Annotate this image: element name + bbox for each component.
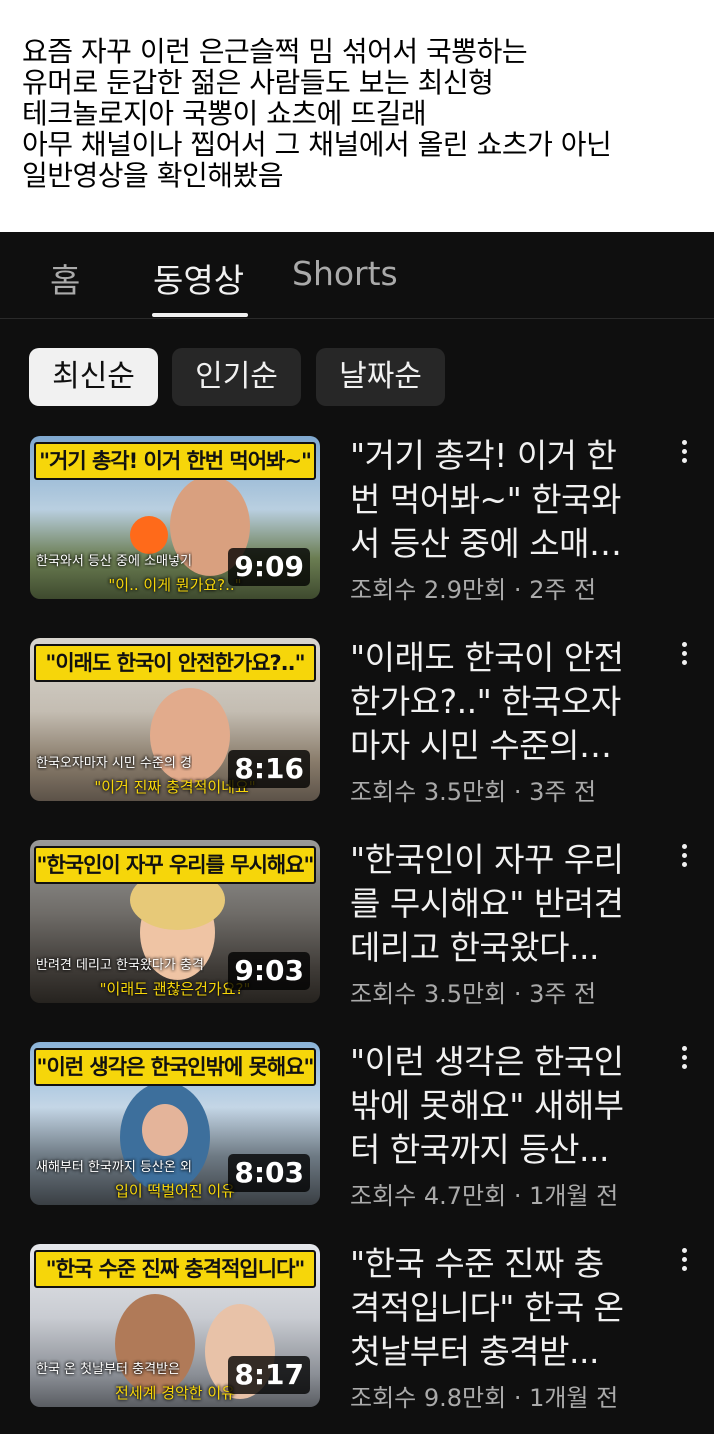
thumbnail-subtitle: 반려견 데리고 한국왔다가 충격	[36, 958, 204, 973]
thumbnail-banner: "거기 총각! 이거 한번 먹어봐~"	[34, 442, 316, 480]
video-title-line: 마자 시민 수준의…	[350, 726, 612, 765]
video-meta: 조회수 3.5만회 · 3주 전	[350, 778, 597, 806]
tab-videos[interactable]: 동영상	[153, 254, 244, 302]
video-thumbnail[interactable]: "한국 수준 진짜 충격적입니다" 한국 온 첫날부터 충격받은 전세계 경악한…	[30, 1244, 320, 1407]
video-title-line: "거기 총각! 이거 한	[350, 436, 617, 475]
chip-latest[interactable]: 최신순	[29, 348, 158, 406]
caption-line: 유머로 둔갑한 젊은 사람들도 보는 최신형	[22, 66, 494, 99]
video-title[interactable]: "한국 수준 진짜 충 격적입니다" 한국 온 첫날부터 충격받...	[350, 1242, 668, 1374]
video-thumbnail[interactable]: "한국인이 자꾸 우리를 무시해요" 반려견 데리고 한국왔다가 충격 "이래도…	[30, 840, 320, 1003]
thumbnail-banner: "이런 생각은 한국인밖에 못해요"	[34, 1048, 316, 1086]
more-vertical-icon[interactable]	[676, 1248, 694, 1276]
video-duration: 8:03	[228, 1154, 310, 1192]
video-title[interactable]: "한국인이 자꾸 우리 를 무시해요" 반려견 데리고 한국왔다...	[350, 838, 668, 970]
caption-line: 테크놀로지아 국뽕이 쇼츠에 뜨길래	[22, 97, 427, 130]
video-title-line: 격적입니다" 한국 온	[350, 1288, 624, 1327]
video-thumbnail[interactable]: "거기 총각! 이거 한번 먹어봐~" 한국와서 등산 중에 소매넣기 "이..…	[30, 436, 320, 599]
video-item[interactable]: "이런 생각은 한국인밖에 못해요" 새해부터 한국까지 등산온 외 입이 떡벌…	[0, 1040, 714, 1210]
more-vertical-icon[interactable]	[676, 1046, 694, 1074]
thumbnail-subtitle: 한국 온 첫날부터 충격받은	[36, 1362, 180, 1377]
video-item[interactable]: "한국인이 자꾸 우리를 무시해요" 반려견 데리고 한국왔다가 충격 "이래도…	[0, 838, 714, 1008]
video-item[interactable]: "한국 수준 진짜 충격적입니다" 한국 온 첫날부터 충격받은 전세계 경악한…	[0, 1242, 714, 1412]
thumbnail-subtitle: 한국와서 등산 중에 소매넣기	[36, 554, 192, 569]
tab-shorts[interactable]: Shorts	[292, 254, 398, 293]
video-title-line: 서 등산 중에 소매…	[350, 524, 622, 563]
caption-line: 일반영상을 확인해봤음	[22, 159, 284, 192]
channel-tabs: 홈 동영상 Shorts	[0, 232, 714, 319]
video-thumbnail[interactable]: "이래도 한국이 안전한가요?.." 한국오자마자 시민 수준의 경 "이거 진…	[30, 638, 320, 801]
thumbnail-banner: "이래도 한국이 안전한가요?.."	[34, 644, 316, 682]
video-duration: 9:03	[228, 952, 310, 990]
post-caption: 요즘 자꾸 이런 은근슬쩍 밈 섞어서 국뽕하는 유머로 둔갑한 젊은 사람들도…	[22, 36, 702, 191]
video-duration: 8:17	[228, 1356, 310, 1394]
video-duration: 9:09	[228, 548, 310, 586]
chip-oldest[interactable]: 날짜순	[316, 348, 445, 406]
video-title-line: "한국 수준 진짜 충	[350, 1244, 604, 1283]
youtube-channel-screenshot: 홈 동영상 Shorts 최신순 인기순 날짜순 "거기 총각! 이거 한번 먹…	[0, 232, 714, 1434]
caption-line: 아무 채널이나 찝어서 그 채널에서 올린 쇼츠가 아닌	[22, 128, 612, 161]
video-title-line: 번 먹어봐~" 한국와	[350, 480, 621, 519]
more-vertical-icon[interactable]	[676, 440, 694, 468]
video-title-line: "이래도 한국이 안전	[350, 638, 624, 677]
active-tab-indicator	[152, 313, 248, 317]
video-thumbnail[interactable]: "이런 생각은 한국인밖에 못해요" 새해부터 한국까지 등산온 외 입이 떡벌…	[30, 1042, 320, 1205]
video-title[interactable]: "이런 생각은 한국인 밖에 못해요" 새해부 터 한국까지 등산...	[350, 1040, 668, 1172]
video-title[interactable]: "거기 총각! 이거 한 번 먹어봐~" 한국와 서 등산 중에 소매…	[350, 434, 668, 566]
video-title-line: "이런 생각은 한국인	[350, 1042, 624, 1081]
video-meta: 조회수 9.8만회 · 1개월 전	[350, 1384, 619, 1412]
more-vertical-icon[interactable]	[676, 642, 694, 670]
video-title-line: 한가요?.." 한국오자	[350, 682, 621, 721]
thumbnail-subtitle: 새해부터 한국까지 등산온 외	[36, 1160, 192, 1175]
thumbnail-banner: "한국인이 자꾸 우리를 무시해요"	[34, 846, 316, 884]
video-title-line: 터 한국까지 등산...	[350, 1130, 609, 1169]
tab-home[interactable]: 홈	[50, 254, 80, 302]
video-title-line: 첫날부터 충격받...	[350, 1332, 599, 1371]
video-meta: 조회수 3.5만회 · 3주 전	[350, 980, 597, 1008]
video-title[interactable]: "이래도 한국이 안전 한가요?.." 한국오자 마자 시민 수준의…	[350, 636, 668, 768]
caption-line: 요즘 자꾸 이런 은근슬쩍 밈 섞어서 국뽕하는	[22, 35, 528, 68]
video-item[interactable]: "거기 총각! 이거 한번 먹어봐~" 한국와서 등산 중에 소매넣기 "이..…	[0, 434, 714, 604]
video-title-line: 데리고 한국왔다...	[350, 928, 599, 967]
more-vertical-icon[interactable]	[676, 844, 694, 872]
video-meta: 조회수 2.9만회 · 2주 전	[350, 576, 597, 604]
chip-popular[interactable]: 인기순	[172, 348, 301, 406]
video-duration: 8:16	[228, 750, 310, 788]
video-meta: 조회수 4.7만회 · 1개월 전	[350, 1182, 619, 1210]
thumbnail-banner: "한국 수준 진짜 충격적입니다"	[34, 1250, 316, 1288]
video-title-line: "한국인이 자꾸 우리	[350, 840, 624, 879]
video-item[interactable]: "이래도 한국이 안전한가요?.." 한국오자마자 시민 수준의 경 "이거 진…	[0, 636, 714, 806]
video-title-line: 를 무시해요" 반려견	[350, 884, 624, 923]
thumbnail-subtitle: 한국오자마자 시민 수준의 경	[36, 756, 192, 771]
video-title-line: 밖에 못해요" 새해부	[350, 1086, 624, 1125]
